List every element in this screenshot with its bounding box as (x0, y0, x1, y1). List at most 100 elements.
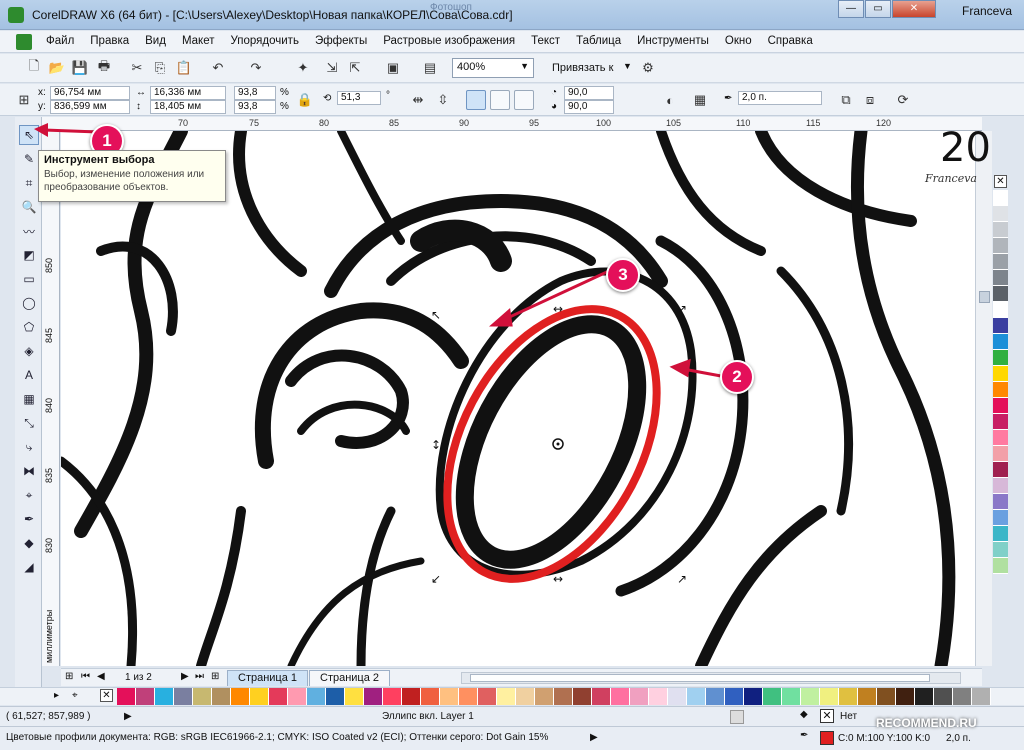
shape-tool-icon[interactable]: ✎ (19, 149, 39, 169)
palette-swatch[interactable] (212, 688, 231, 705)
palette-swatch[interactable] (497, 688, 516, 705)
palette-swatch[interactable] (763, 688, 782, 705)
palette-swatch[interactable] (858, 688, 877, 705)
palette-swatch[interactable] (993, 494, 1008, 510)
palette-swatch[interactable] (193, 688, 212, 705)
palette-swatch[interactable] (993, 478, 1008, 494)
direction-icon[interactable]: ◐ (660, 91, 680, 109)
palette-swatch[interactable] (744, 688, 763, 705)
outline-tool-icon[interactable]: ✒ (19, 509, 39, 529)
palette-swatch[interactable] (915, 688, 934, 705)
drawing-canvas[interactable]: ↔ ↗ ↖ ↕ ↕ ↔ ↗ ↙ (61, 131, 982, 666)
palette-swatch[interactable] (231, 688, 250, 705)
palette-swatch[interactable] (993, 222, 1008, 238)
palette-swatch[interactable] (307, 688, 326, 705)
palette-swatch[interactable] (250, 688, 269, 705)
palette-swatch[interactable] (668, 688, 687, 705)
tab-page-1[interactable]: Страница 1 (227, 670, 309, 686)
scale-x-field[interactable]: 93,8 (234, 86, 276, 100)
close-button[interactable]: ✕ (892, 0, 936, 18)
to-back-icon[interactable]: ⧈ (860, 91, 880, 109)
palette-menu-icon[interactable]: ▸ (54, 690, 59, 701)
convert-to-curves-icon[interactable]: ⟳ (893, 91, 913, 109)
no-color-swatch[interactable]: ✕ (994, 175, 1007, 188)
palette-swatch[interactable] (554, 688, 573, 705)
palette-swatch[interactable] (993, 302, 1008, 318)
lock-ratio-icon[interactable]: 🔒 (295, 91, 315, 109)
palette-swatch[interactable] (136, 688, 155, 705)
palette-swatch[interactable] (326, 688, 345, 705)
rotate-handle-top-left[interactable]: ↖ (431, 308, 441, 322)
palette-swatch[interactable] (592, 688, 611, 705)
palette-swatch[interactable] (993, 206, 1008, 222)
resize-handle-top[interactable]: ↔ (553, 302, 563, 316)
palette-swatch[interactable] (993, 462, 1008, 478)
rotation-angle-field[interactable]: 51,3 (337, 91, 381, 105)
menu-tools[interactable]: Инструменты (637, 35, 709, 47)
freehand-tool-icon[interactable]: 〰 (19, 221, 39, 241)
palette-swatch[interactable] (611, 688, 630, 705)
palette-swatch[interactable] (993, 430, 1008, 446)
resize-handle-right[interactable]: ↕ (675, 438, 685, 452)
scrollbar-thumb[interactable] (979, 291, 990, 303)
palette-swatch[interactable] (440, 688, 459, 705)
zoom-level-select[interactable]: 400% ▼ (452, 58, 534, 78)
menu-bitmaps[interactable]: Растровые изображения (383, 35, 515, 47)
palette-swatch[interactable] (993, 190, 1008, 206)
add-page-after-icon[interactable]: ⊞ (211, 671, 219, 682)
eyedropper-tool-icon[interactable]: ⌖ (19, 485, 39, 505)
palette-swatch[interactable] (993, 270, 1008, 286)
last-page-icon[interactable]: ⏭ (195, 671, 204, 682)
palette-swatch[interactable] (345, 688, 364, 705)
palette-swatch[interactable] (535, 688, 554, 705)
new-document-icon[interactable]: 🗋 (24, 58, 44, 77)
table-tool-icon[interactable]: ▦ (19, 389, 39, 409)
palette-swatch[interactable] (839, 688, 858, 705)
palette-swatch[interactable] (269, 688, 288, 705)
palette-swatch[interactable] (993, 366, 1008, 382)
palette-swatch[interactable] (993, 398, 1008, 414)
cut-icon[interactable]: ✂ (127, 59, 147, 77)
menu-file[interactable]: Файл (46, 35, 74, 47)
palette-swatch[interactable] (706, 688, 725, 705)
menu-edit[interactable]: Правка (90, 35, 129, 47)
palette-swatch[interactable] (993, 238, 1008, 254)
palette-swatch[interactable] (993, 286, 1008, 302)
palette-swatch[interactable] (155, 688, 174, 705)
menu-help[interactable]: Справка (768, 35, 813, 47)
palette-swatch[interactable] (402, 688, 421, 705)
palette-swatch[interactable] (630, 688, 649, 705)
fill-tool-icon[interactable]: ◆ (19, 533, 39, 553)
zoom-tool-icon[interactable]: 🔍 (19, 197, 39, 217)
pie-mode-button[interactable] (490, 90, 510, 110)
palette-swatch[interactable] (993, 382, 1008, 398)
palette-swatch[interactable] (993, 414, 1008, 430)
palette-swatch[interactable] (993, 334, 1008, 350)
wrap-text-icon[interactable]: ▦ (690, 91, 710, 109)
palette-swatch[interactable] (782, 688, 801, 705)
tab-page-2[interactable]: Страница 2 (309, 670, 391, 686)
text-tool-icon[interactable]: A (19, 365, 39, 385)
status-expand-icon[interactable]: ▶ (590, 732, 598, 743)
redo-icon[interactable]: ↷ (246, 59, 266, 77)
options-icon[interactable]: ⚙ (638, 59, 658, 77)
start-angle-field[interactable]: 90,0 (564, 86, 614, 100)
end-angle-field[interactable]: 90,0 (564, 100, 614, 114)
smart-fill-tool-icon[interactable]: ◩ (19, 245, 39, 265)
menu-view[interactable]: Вид (145, 35, 166, 47)
palette-swatch[interactable] (993, 350, 1008, 366)
palette-swatch[interactable] (820, 688, 839, 705)
resize-handle-bottom[interactable]: ↔ (553, 572, 563, 586)
connector-tool-icon[interactable]: ⤷ (19, 437, 39, 457)
resize-handle-left[interactable]: ↕ (431, 438, 441, 452)
rotate-handle-bottom-left[interactable]: ↙ (431, 572, 441, 586)
vertical-ruler[interactable]: 850 845 840 835 830 миллиметры (42, 131, 60, 666)
import-icon[interactable]: ⇲ (322, 59, 342, 77)
paste-icon[interactable]: 📋 (174, 59, 194, 77)
palette-swatch[interactable] (288, 688, 307, 705)
basic-shapes-tool-icon[interactable]: ◈ (19, 341, 39, 361)
search-content-icon[interactable]: ✦ (293, 59, 313, 77)
vertical-scrollbar[interactable] (975, 131, 992, 666)
width-field[interactable]: 16,336 мм (150, 86, 226, 100)
palette-swatch[interactable] (993, 318, 1008, 334)
